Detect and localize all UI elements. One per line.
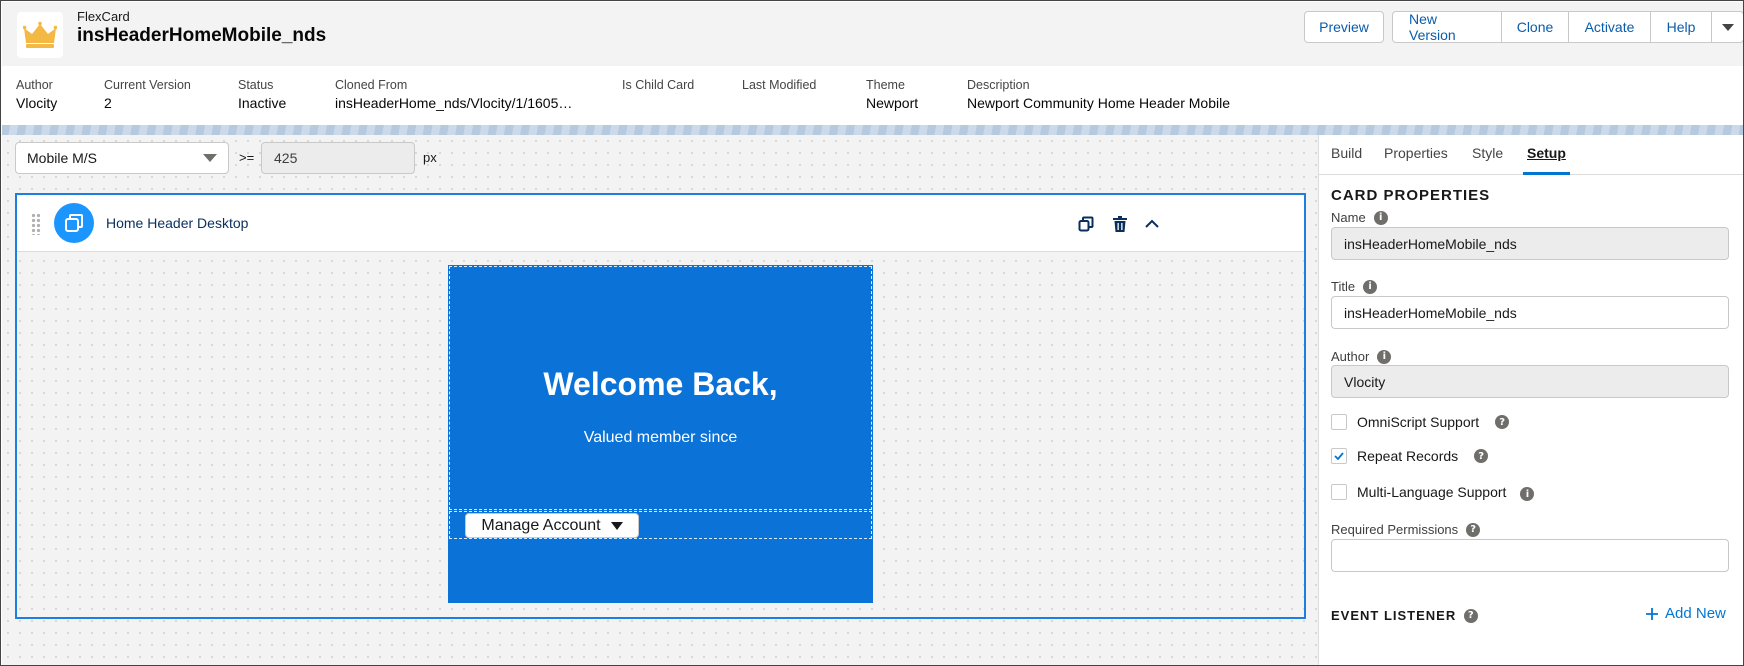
plus-icon bbox=[1646, 607, 1658, 620]
new-version-button[interactable]: New Version bbox=[1392, 11, 1502, 43]
manage-account-label: Manage Account bbox=[481, 516, 601, 534]
name-label: Name bbox=[1331, 210, 1366, 225]
help-icon[interactable]: ? bbox=[1466, 522, 1481, 537]
event-listener-heading: EVENT LISTENER bbox=[1331, 608, 1457, 623]
delete-icon[interactable] bbox=[1109, 213, 1131, 235]
clone-icon[interactable] bbox=[1075, 213, 1097, 235]
drag-handle-icon[interactable] bbox=[31, 213, 41, 235]
tab-setup[interactable]: Setup bbox=[1523, 145, 1570, 175]
help-button[interactable]: Help bbox=[1651, 11, 1712, 43]
current-version-label: Current Version bbox=[104, 78, 191, 92]
crown-icon bbox=[17, 12, 63, 58]
help-icon[interactable]: ? bbox=[1464, 608, 1479, 623]
object-type-label: FlexCard bbox=[77, 9, 130, 24]
theme-label: Theme bbox=[866, 78, 905, 92]
collapse-icon[interactable] bbox=[1141, 213, 1163, 235]
card-title: Home Header Desktop bbox=[106, 215, 249, 231]
breakpoint-operator: >= bbox=[239, 150, 255, 165]
breakpoint-input[interactable]: 425 bbox=[261, 142, 415, 174]
tab-style[interactable]: Style bbox=[1472, 145, 1503, 175]
card-properties-heading: CARD PROPERTIES bbox=[1331, 187, 1491, 204]
caret-down-icon bbox=[610, 521, 623, 530]
info-icon[interactable]: i bbox=[1363, 279, 1378, 294]
name-field[interactable]: insHeaderHomeMobile_nds bbox=[1331, 227, 1729, 260]
breakpoint-unit: px bbox=[423, 150, 437, 165]
info-icon[interactable]: i bbox=[1377, 349, 1392, 364]
chevron-down-icon bbox=[203, 154, 217, 162]
author-field[interactable]: Vlocity bbox=[1331, 365, 1729, 398]
info-icon[interactable]: i bbox=[1373, 210, 1388, 225]
title-field[interactable]: insHeaderHomeMobile_nds bbox=[1331, 296, 1729, 329]
repeat-records-checkbox[interactable] bbox=[1331, 448, 1347, 464]
required-permissions-field[interactable] bbox=[1331, 539, 1729, 572]
page-header: FlexCard insHeaderHomeMobile_nds Preview… bbox=[2, 2, 1743, 66]
is-child-card-label: Is Child Card bbox=[622, 78, 695, 92]
manage-account-button[interactable]: Manage Account bbox=[465, 513, 639, 538]
multi-language-checkbox[interactable] bbox=[1331, 484, 1347, 500]
author-field-label: Author bbox=[1331, 349, 1370, 364]
decorative-divider bbox=[2, 125, 1743, 135]
author-label: Author bbox=[16, 78, 53, 92]
app-frame: FlexCard insHeaderHomeMobile_nds Preview… bbox=[0, 0, 1744, 666]
clone-button[interactable]: Clone bbox=[1502, 11, 1569, 43]
info-icon[interactable]: i bbox=[1520, 487, 1535, 501]
help-icon[interactable]: ? bbox=[1495, 415, 1510, 429]
description-value: Newport Community Home Header Mobile bbox=[967, 95, 1230, 111]
cloned-from-value: insHeaderHome_nds/Vlocity/1/1605… bbox=[335, 95, 573, 111]
card-header[interactable]: Home Header Desktop bbox=[17, 195, 1304, 252]
more-actions-button[interactable] bbox=[1712, 11, 1743, 43]
chevron-down-icon bbox=[1721, 23, 1734, 31]
last-modified-label: Last Modified bbox=[742, 78, 817, 92]
record-details: Author Vlocity Current Version 2 Status … bbox=[2, 66, 1743, 126]
welcome-heading: Welcome Back, bbox=[543, 366, 778, 402]
omniscript-support-label: OmniScript Support bbox=[1357, 414, 1480, 430]
panel-tabs: Build Properties Style Setup bbox=[1318, 135, 1743, 175]
activate-button[interactable]: Activate bbox=[1569, 11, 1651, 43]
card-icon bbox=[54, 203, 94, 243]
help-icon[interactable]: ? bbox=[1474, 449, 1489, 463]
status-label: Status bbox=[238, 78, 274, 92]
device-select-value: Mobile M/S bbox=[27, 150, 98, 166]
device-select[interactable]: Mobile M/S bbox=[15, 142, 229, 174]
omniscript-support-checkbox[interactable] bbox=[1331, 414, 1347, 430]
author-value: Vlocity bbox=[16, 95, 58, 111]
theme-value: Newport bbox=[866, 95, 919, 111]
add-new-label: Add New bbox=[1665, 605, 1726, 622]
tab-properties[interactable]: Properties bbox=[1384, 145, 1448, 175]
title-label: Title bbox=[1331, 279, 1356, 294]
required-permissions-label: Required Permissions bbox=[1331, 522, 1459, 537]
preview-button[interactable]: Preview bbox=[1304, 11, 1384, 43]
current-version-value: 2 bbox=[104, 95, 112, 111]
repeat-records-label: Repeat Records bbox=[1357, 448, 1459, 464]
member-subtext: Valued member since bbox=[583, 429, 738, 446]
description-label: Description bbox=[967, 78, 1030, 92]
tab-build[interactable]: Build bbox=[1331, 145, 1362, 175]
status-value: Inactive bbox=[238, 95, 287, 111]
page-title: insHeaderHomeMobile_nds bbox=[77, 25, 327, 46]
add-new-button[interactable]: Add New bbox=[1645, 605, 1726, 622]
checkmark-icon bbox=[1334, 452, 1344, 460]
cloned-from-label: Cloned From bbox=[335, 78, 408, 92]
multi-language-label: Multi-Language Support bbox=[1357, 484, 1507, 500]
